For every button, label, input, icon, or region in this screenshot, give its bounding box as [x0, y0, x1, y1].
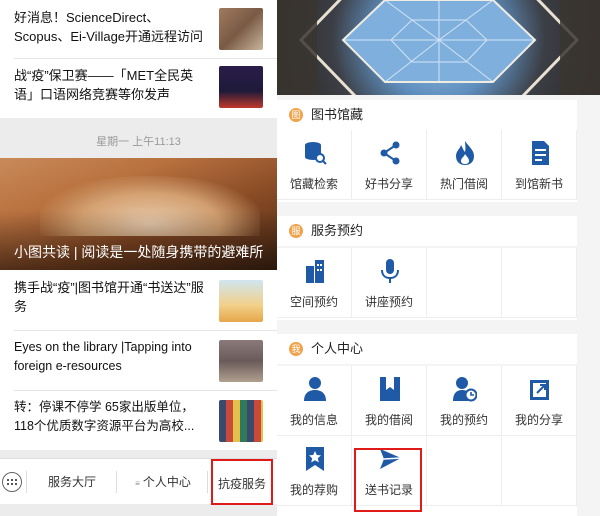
- news-card-top: 好消息！ScienceDirect、Scopus、Ei-Village开通远程访…: [0, 0, 277, 118]
- tab-personal-center[interactable]: ≡ 个人中心: [120, 459, 206, 505]
- section-title: 个人中心: [311, 341, 364, 356]
- left-article-feed: 好消息！ScienceDirect、Scopus、Ei-Village开通远程访…: [0, 0, 277, 516]
- section-badge: 我: [289, 342, 303, 356]
- tab-label: 个人中心: [142, 475, 191, 489]
- star-bookmark-icon: [306, 447, 324, 471]
- news-title[interactable]: 战“疫”保卫赛——「MET全民英语」口语网络竞赛等你发声: [14, 66, 205, 104]
- news-thumbnail: [219, 280, 263, 322]
- bottom-tab-bar: 服务大厅 ≡ 个人中心 抗疫服务: [0, 458, 277, 505]
- item-label: 我的信息: [289, 413, 338, 427]
- document-icon: [532, 141, 549, 165]
- reservation-grid: 空间预约 讲座预约: [277, 248, 577, 320]
- message-timestamp: 星期一 上午11:13: [96, 136, 181, 148]
- empty-cell: [502, 436, 577, 506]
- news-thumbnail: [219, 400, 263, 442]
- library-service-menu: 图 图书馆藏 馆藏检索 好书分享 热门借阅 到馆新书 服 服务预约 空间预约 讲…: [277, 0, 600, 516]
- item-label: 我的分享: [514, 413, 563, 427]
- item-label: 讲座预约: [364, 295, 413, 309]
- news-item[interactable]: Eyes on the library |Tapping into foreig…: [0, 330, 277, 390]
- item-label: 我的预约: [439, 413, 488, 427]
- share-out-icon: [530, 380, 549, 400]
- dome-ceiling-image: [277, 0, 600, 95]
- keyboard-icon[interactable]: [2, 472, 22, 492]
- item-label: 我的荐购: [289, 483, 338, 497]
- my-recommendation-button[interactable]: 我的荐购: [277, 436, 352, 506]
- news-thumbnail: [219, 8, 263, 50]
- catalog-search-button[interactable]: 馆藏检索: [277, 130, 352, 200]
- my-borrowing-button[interactable]: 我的借阅: [352, 366, 427, 436]
- news-title[interactable]: Eyes on the library |Tapping into foreig…: [14, 338, 205, 376]
- collection-grid: 馆藏检索 好书分享 热门借阅 到馆新书: [277, 130, 577, 202]
- featured-article[interactable]: 小图共读 | 阅读是一处随身携带的避难所: [0, 158, 277, 270]
- news-item[interactable]: 战“疫”保卫赛——「MET全民英语」口语网络竞赛等你发声: [0, 58, 277, 116]
- news-thumbnail: [219, 66, 263, 108]
- lecture-reservation-button[interactable]: 讲座预约: [352, 248, 427, 318]
- share-icon: [380, 141, 400, 165]
- news-title[interactable]: 好消息！ScienceDirect、Scopus、Ei-Village开通远程访…: [14, 8, 205, 46]
- user-icon: [304, 377, 326, 401]
- news-item[interactable]: 转：停课不停学 65家出版单位，118个优质数字资源平台为高校...: [0, 390, 277, 450]
- item-label: 热门借阅: [439, 177, 488, 191]
- popular-borrowing-button[interactable]: 热门借阅: [427, 130, 502, 200]
- item-label: 到馆新书: [514, 177, 563, 191]
- bookmark-book-icon: [380, 377, 400, 401]
- section-title: 图书馆藏: [311, 107, 364, 122]
- news-thumbnail: [219, 340, 263, 382]
- tab-service-hall[interactable]: 服务大厅: [30, 459, 114, 505]
- my-share-button[interactable]: 我的分享: [502, 366, 577, 436]
- featured-article-title[interactable]: 小图共读 | 阅读是一处随身携带的避难所: [14, 242, 265, 262]
- building-icon: [306, 260, 324, 283]
- menu-dots-icon: ≡: [135, 479, 140, 488]
- my-reservation-button[interactable]: 我的预约: [427, 366, 502, 436]
- item-label: 空间预约: [289, 295, 338, 309]
- empty-cell: [427, 248, 502, 318]
- section-header-collection: 图 图书馆藏: [277, 100, 577, 130]
- section-header-reservation: 服 服务预约: [277, 216, 577, 246]
- news-title[interactable]: 携手战“疫”|图书馆开通“书送达”服务: [14, 278, 205, 316]
- news-item[interactable]: 好消息！ScienceDirect、Scopus、Ei-Village开通远程访…: [0, 0, 277, 58]
- search-db-icon: [305, 142, 327, 165]
- highlight-box: [354, 448, 422, 512]
- library-dome-banner: [277, 0, 600, 95]
- user-clock-icon: [453, 377, 477, 402]
- tab-anti-epidemic-service[interactable]: 抗疫服务: [211, 459, 273, 505]
- microphone-icon: [381, 259, 399, 283]
- book-share-button[interactable]: 好书分享: [352, 130, 427, 200]
- item-label: 馆藏检索: [289, 177, 338, 191]
- section-title: 服务预约: [311, 223, 364, 238]
- news-card-bottom: 携手战“疫”|图书馆开通“书送达”服务 Eyes on the library …: [0, 270, 277, 450]
- flame-icon: [456, 141, 474, 165]
- section-header-personal: 我 个人中心: [277, 334, 577, 364]
- empty-cell: [427, 436, 502, 506]
- section-badge: 服: [289, 224, 303, 238]
- new-arrivals-button[interactable]: 到馆新书: [502, 130, 577, 200]
- item-label: 我的借阅: [364, 413, 413, 427]
- personal-center-grid: 我的信息 我的借阅 我的预约 我的分享 我的荐购 送书记录: [277, 366, 577, 516]
- news-title[interactable]: 转：停课不停学 65家出版单位，118个优质数字资源平台为高校...: [14, 398, 205, 436]
- item-label: 好书分享: [364, 177, 413, 191]
- section-badge: 图: [289, 108, 303, 122]
- my-info-button[interactable]: 我的信息: [277, 366, 352, 436]
- space-reservation-button[interactable]: 空间预约: [277, 248, 352, 318]
- news-item[interactable]: 携手战“疫”|图书馆开通“书送达”服务: [0, 270, 277, 330]
- empty-cell: [502, 248, 577, 318]
